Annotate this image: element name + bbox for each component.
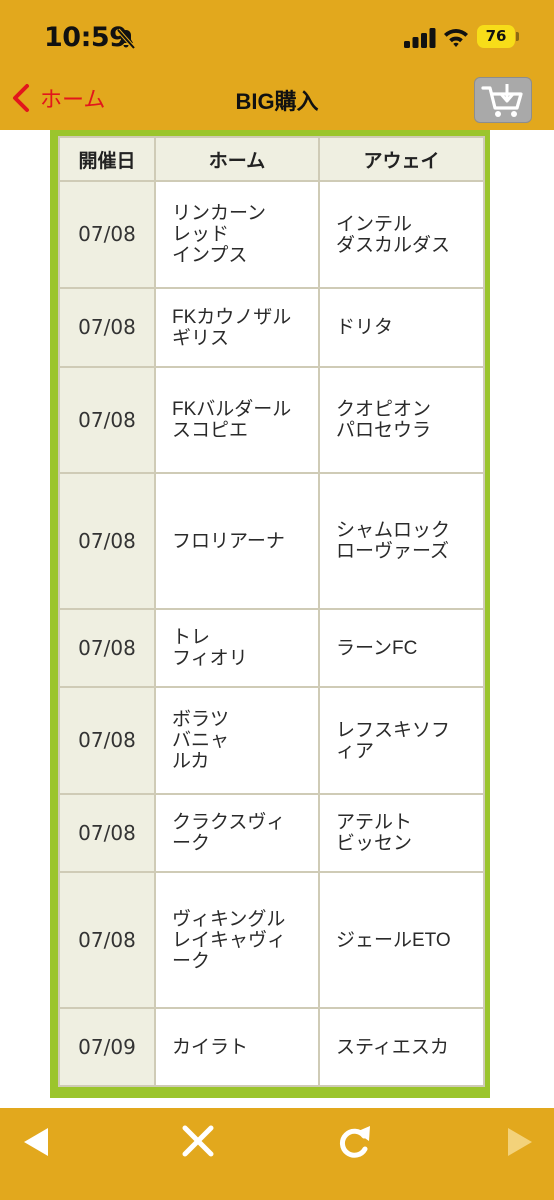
table-row: 07/08 FKカウノザル ギリス ドリタ: [58, 287, 485, 368]
home-team: ヴィキングル レイキャヴィ ーク: [154, 871, 320, 1009]
away-team: ラーンFC: [318, 608, 485, 688]
match-date: 07/08: [58, 287, 156, 368]
bell-off-icon: [116, 28, 136, 50]
home-team: トレ フィオリ: [154, 608, 320, 688]
away-team: アテルト ビッセン: [318, 793, 485, 873]
cart-download-icon: [481, 84, 523, 117]
page-title: BIG購入: [235, 89, 319, 114]
column-header-away: アウェイ: [318, 136, 485, 182]
column-header-date: 開催日: [58, 136, 156, 182]
match-date: 07/08: [58, 608, 156, 688]
table-row: 07/08 FKバルダール スコピエ クオピオン パロセウラ: [58, 366, 485, 474]
match-date: 07/08: [58, 472, 156, 610]
battery-indicator: 76: [477, 25, 515, 48]
status-bar: 10:59 76: [0, 0, 554, 70]
match-table-frame: 開催日 ホーム アウェイ 07/08 リンカーン レッド インプス インテル ダ…: [50, 130, 490, 1098]
away-team: スティエスカ: [318, 1007, 485, 1087]
table-row: 07/08 リンカーン レッド インプス インテル ダスカルダス: [58, 180, 485, 289]
away-team: インテル ダスカルダス: [318, 180, 485, 289]
table-row: 07/08 フロリアーナ シャムロック ローヴァーズ: [58, 472, 485, 610]
home-team: FKカウノザル ギリス: [154, 287, 320, 368]
close-icon[interactable]: [178, 1122, 218, 1162]
match-date: 07/08: [58, 871, 156, 1009]
reload-icon[interactable]: [334, 1122, 374, 1162]
match-date: 07/08: [58, 180, 156, 289]
home-team: クラクスヴィ ーク: [154, 793, 320, 873]
table-row: 07/08 ヴィキングル レイキャヴィ ーク ジェールETO: [58, 871, 485, 1009]
column-header-home: ホーム: [154, 136, 320, 182]
match-date: 07/08: [58, 793, 156, 873]
table-header-row: 開催日 ホーム アウェイ: [58, 136, 485, 182]
forward-arrow-icon[interactable]: [498, 1122, 538, 1162]
wifi-icon: [444, 29, 468, 47]
match-table: 開催日 ホーム アウェイ 07/08 リンカーン レッド インプス インテル ダ…: [58, 136, 485, 1087]
table-row: 07/08 クラクスヴィ ーク アテルト ビッセン: [58, 793, 485, 873]
away-team: レフスキソフ ィア: [318, 686, 485, 795]
away-team: ドリタ: [318, 287, 485, 368]
away-team: ジェールETO: [318, 871, 485, 1009]
match-date: 07/08: [58, 366, 156, 474]
match-date: 07/09: [58, 1007, 156, 1087]
home-team: フロリアーナ: [154, 472, 320, 610]
app-header: 10:59 76 ホーム BIG購入: [0, 0, 554, 130]
back-arrow-icon[interactable]: [18, 1122, 58, 1162]
home-team: FKバルダール スコピエ: [154, 366, 320, 474]
match-date: 07/08: [58, 686, 156, 795]
table-row: 07/08 ボラツ バニャ ルカ レフスキソフ ィア: [58, 686, 485, 795]
home-team: リンカーン レッド インプス: [154, 180, 320, 289]
home-team: カイラト: [154, 1007, 320, 1087]
home-team: ボラツ バニャ ルカ: [154, 686, 320, 795]
table-row: 07/08 トレ フィオリ ラーンFC: [58, 608, 485, 688]
browser-toolbar: [0, 1108, 554, 1200]
away-team: クオピオン パロセウラ: [318, 366, 485, 474]
battery-nub: [516, 32, 519, 41]
cellular-signal-icon: [404, 28, 436, 48]
cart-button[interactable]: [474, 77, 532, 123]
table-row: 07/09 カイラト スティエスカ: [58, 1007, 485, 1087]
away-team: シャムロック ローヴァーズ: [318, 472, 485, 610]
